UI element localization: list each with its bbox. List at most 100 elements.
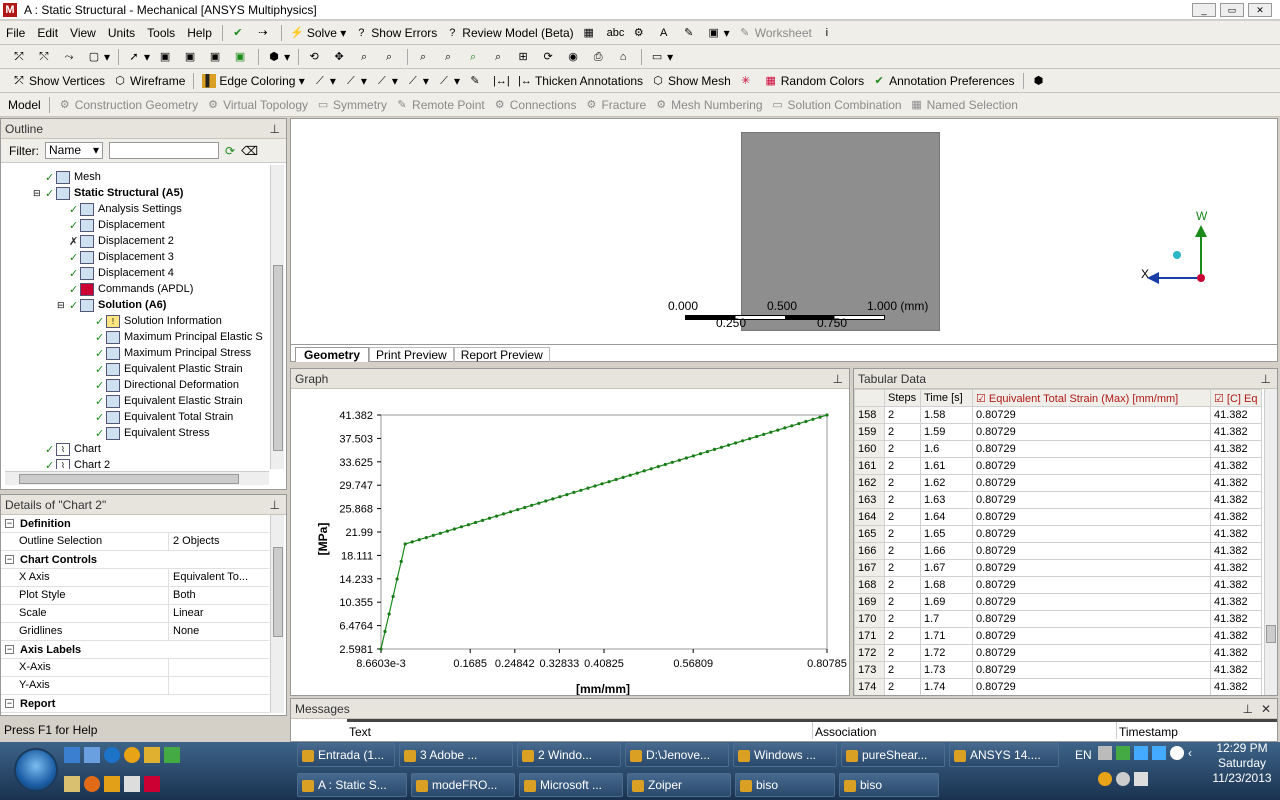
ie-icon[interactable] xyxy=(104,747,120,763)
taskbar-button[interactable]: A : Static S... xyxy=(297,773,407,797)
close-button[interactable]: ✕ xyxy=(1248,3,1272,17)
details-section[interactable]: − Report xyxy=(1,695,269,713)
zoom-box-icon[interactable]: ⌕ xyxy=(437,50,462,64)
pin-icon[interactable]: ⊥ xyxy=(270,495,280,515)
tabular-header[interactable]: ☑ Equivalent Total Strain (Max) [mm/mm] xyxy=(972,389,1211,407)
taskbar-button[interactable]: Windows ... xyxy=(733,743,837,767)
taskbar-button[interactable]: pureShear... xyxy=(841,743,945,767)
spellcheck-icon[interactable]: abc xyxy=(603,26,628,40)
random-colors-button[interactable]: ▦ Random Colors xyxy=(760,74,868,88)
tree-item[interactable]: ✓ ⌇ Chart xyxy=(33,441,101,457)
tab-geometry[interactable]: Geometry xyxy=(295,347,370,362)
connections-button[interactable]: ⚙ Connections xyxy=(489,98,581,112)
review-model-button[interactable]: ? Review Model (Beta) xyxy=(441,26,577,40)
show-vertices-button[interactable]: ⤱ Show Vertices xyxy=(8,74,109,88)
tree-item[interactable]: ✓ Displacement 4 xyxy=(57,265,174,281)
select-type-icon[interactable]: ▢ ▾ xyxy=(83,50,114,64)
tree-item[interactable]: ✓ Displacement 3 xyxy=(57,249,174,265)
tag-icon[interactable]: ⌂ xyxy=(612,50,637,64)
image-icon[interactable]: ▣ ▾ xyxy=(703,26,734,40)
outline-vertical-scrollbar[interactable] xyxy=(270,165,284,469)
details-scrollbar[interactable] xyxy=(270,515,284,713)
details-value[interactable]: Equivalent To... xyxy=(169,569,269,586)
zoom-in-icon[interactable]: ⌕ xyxy=(462,50,487,64)
taskbar-button[interactable]: biso xyxy=(735,773,835,797)
refresh-icon[interactable]: ⟳ xyxy=(225,144,235,158)
menu-help[interactable]: Help xyxy=(181,26,218,40)
expand-icon[interactable]: ⊟ xyxy=(33,188,43,199)
mesh-numbering-button[interactable]: ⚙ Mesh Numbering xyxy=(650,98,766,112)
collapse-icon[interactable]: − xyxy=(5,645,14,654)
edge-select-icon[interactable]: ▣ xyxy=(179,50,204,64)
face-select-icon[interactable]: ▣ xyxy=(204,50,229,64)
tabular-header[interactable]: Steps xyxy=(884,389,921,407)
tray-app-icon[interactable] xyxy=(1116,746,1130,760)
clock[interactable]: 12:29 PM Saturday 11/23/2013 xyxy=(1206,741,1278,786)
worksheet-button[interactable]: ✎ Worksheet xyxy=(734,26,816,40)
collapse-icon[interactable]: − xyxy=(5,555,14,564)
table-row[interactable]: 166 2 1.66 0.80729 41.382 xyxy=(854,542,1262,560)
tree-item[interactable]: ✓ Equivalent Plastic Strain xyxy=(83,361,243,377)
tree-item[interactable]: ✓ Maximum Principal Stress xyxy=(83,345,251,361)
table-row[interactable]: 167 2 1.67 0.80729 41.382 xyxy=(854,559,1262,577)
solve-button[interactable]: ⚡ Solve ▾ xyxy=(286,26,350,40)
shrink-icon[interactable]: |↔| xyxy=(489,74,514,88)
box-zoom-icon[interactable]: ⌕ xyxy=(378,50,403,64)
table-row[interactable]: 170 2 1.7 0.80729 41.382 xyxy=(854,610,1262,628)
taskbar-button[interactable]: D:\Jenove... xyxy=(625,743,729,767)
start-button[interactable] xyxy=(14,748,58,792)
taskbar-button[interactable]: 3 Adobe ... xyxy=(399,743,513,767)
firefox-icon[interactable] xyxy=(84,776,100,792)
app4-icon[interactable] xyxy=(144,776,160,792)
pin-icon[interactable]: ⊥ xyxy=(1261,369,1271,389)
details-section[interactable]: − Definition xyxy=(1,515,269,533)
tree-item[interactable]: ✓ Equivalent Total Strain xyxy=(83,409,233,425)
collapse-icon[interactable]: − xyxy=(5,699,14,708)
tree-item[interactable]: ⊟ ✓ Solution (A6) xyxy=(57,297,166,313)
axes-icon[interactable]: ✳ xyxy=(735,74,760,88)
explorer-icon[interactable] xyxy=(84,747,100,763)
virtual-topology-button[interactable]: ⚙ Virtual Topology xyxy=(202,98,312,112)
edge-style2-icon[interactable]: ⟋ ▾ xyxy=(340,74,371,88)
fracture-button[interactable]: ⚙ Fracture xyxy=(580,98,650,112)
table-row[interactable]: 161 2 1.61 0.80729 41.382 xyxy=(854,457,1262,475)
menu-units[interactable]: Units xyxy=(102,26,141,40)
app2-icon[interactable] xyxy=(104,776,120,792)
table-row[interactable]: 169 2 1.69 0.80729 41.382 xyxy=(854,593,1262,611)
media-icon[interactable] xyxy=(144,747,160,763)
next-view-icon[interactable]: ◉ xyxy=(562,50,587,64)
cube-icon[interactable]: ⬢ xyxy=(1028,74,1053,88)
collapse-icon[interactable]: − xyxy=(5,519,14,528)
taskbar-button[interactable]: ANSYS 14.... xyxy=(949,743,1059,767)
select-coord-icon[interactable]: ⤳ xyxy=(58,50,83,64)
named-selection-button[interactable]: ▦ Named Selection xyxy=(906,98,1022,112)
app3-icon[interactable] xyxy=(124,776,140,792)
update-icon[interactable]: ⇢ xyxy=(252,26,277,40)
viewport-icon[interactable]: ▭ ▾ xyxy=(646,50,677,64)
outline-horizontal-scrollbar[interactable] xyxy=(5,471,269,485)
magnifier-icon[interactable]: ⊞ xyxy=(512,50,537,64)
edge-style1-icon[interactable]: ⟋ ▾ xyxy=(309,74,340,88)
tabular-header[interactable] xyxy=(854,389,885,407)
minimize-button[interactable]: _ xyxy=(1192,3,1216,17)
menu-file[interactable]: File xyxy=(0,26,31,40)
table-row[interactable]: 162 2 1.62 0.80729 41.382 xyxy=(854,474,1262,492)
taskbar-button[interactable]: biso xyxy=(839,773,939,797)
show-mesh-button[interactable]: ⬡ Show Mesh xyxy=(647,74,735,88)
details-row[interactable]: Y-Axis xyxy=(1,677,269,695)
tab-print-preview[interactable]: Print Preview xyxy=(369,347,454,362)
clear-filter-icon[interactable]: ⌫ xyxy=(241,144,258,158)
tree-item[interactable]: ✓ Equivalent Stress xyxy=(83,425,210,441)
tree-item[interactable]: ✓ Commands (APDL) xyxy=(57,281,193,297)
body-select-icon[interactable]: ▣ xyxy=(229,50,254,64)
edge-style3-icon[interactable]: ⟋ ▾ xyxy=(371,74,402,88)
extend-select-icon[interactable]: ⬢ ▾ xyxy=(263,50,294,64)
details-value[interactable]: Linear xyxy=(169,605,269,622)
tab-report-preview[interactable]: Report Preview xyxy=(453,347,550,362)
vertex-select-icon[interactable]: ▣ xyxy=(154,50,179,64)
tray-network-icon[interactable] xyxy=(1134,746,1148,760)
pin-icon[interactable]: ✎ xyxy=(464,74,489,88)
menu-edit[interactable]: Edit xyxy=(31,26,64,40)
symmetry-button[interactable]: ▭ Symmetry xyxy=(312,98,391,112)
desktop-icon[interactable] xyxy=(64,747,80,763)
